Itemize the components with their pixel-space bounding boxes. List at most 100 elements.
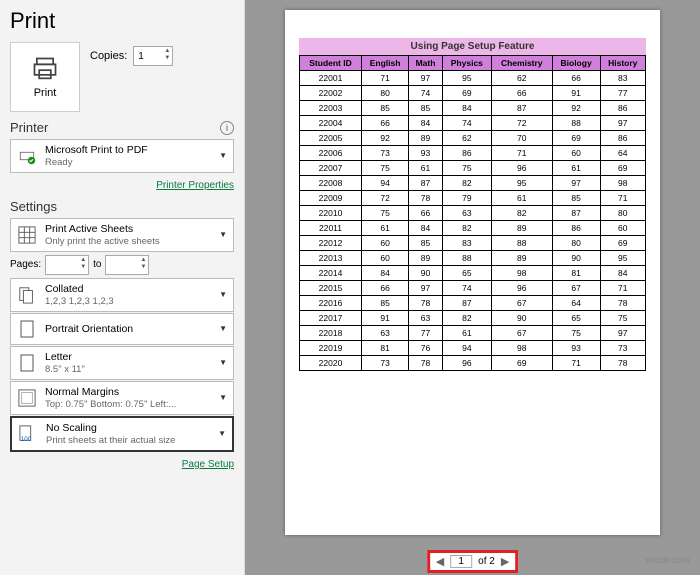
table-cell: 86 [552,221,600,236]
table-cell: 61 [552,161,600,176]
table-cell: 77 [409,326,443,341]
next-page-button[interactable]: ▶ [501,555,509,568]
portrait-icon [17,319,37,339]
table-cell: 22008 [300,176,362,191]
stepper-icon[interactable]: ▲▼ [80,257,86,271]
pages-label: Pages: [10,259,41,270]
table-cell: 96 [491,281,552,296]
copies-input[interactable]: 1 ▲▼ [133,46,173,66]
table-row: 22003858584879286 [300,101,646,116]
table-cell: 71 [491,146,552,161]
current-page-input[interactable] [450,555,472,568]
table-cell: 65 [442,266,491,281]
printer-select[interactable]: Microsoft Print to PDF Ready ▼ [10,139,234,173]
table-cell: 78 [409,296,443,311]
table-cell: 66 [409,206,443,221]
table-cell: 60 [362,251,409,266]
table-cell: 60 [362,236,409,251]
paper-size-select[interactable]: Letter 8.5" x 11" ▼ [10,346,234,380]
table-cell: 73 [362,356,409,371]
chevron-down-icon: ▼ [218,429,226,438]
prev-page-button[interactable]: ◀ [436,555,444,568]
print-button[interactable]: Print [10,42,80,112]
chevron-down-icon: ▼ [219,230,227,239]
table-cell: 70 [491,131,552,146]
to-label: to [93,259,101,270]
page-setup-link[interactable]: Page Setup [182,459,234,470]
orientation-label: Portrait Orientation [45,323,219,336]
paper-desc: 8.5" x 11" [45,364,219,375]
table-cell: 97 [409,71,443,86]
stepper-icon[interactable]: ▲▼ [141,257,147,271]
page-navigator[interactable]: ◀ of 2 ▶ [427,550,519,573]
table-cell: 79 [442,191,491,206]
printer-name: Microsoft Print to PDF [45,144,219,157]
margins-label: Normal Margins [45,386,219,399]
table-cell: 78 [409,191,443,206]
table-cell: 71 [600,191,646,206]
table-header: History [600,56,646,71]
stepper-icon[interactable]: ▲▼ [164,48,170,62]
table-row: 22013608988899095 [300,251,646,266]
table-cell: 22014 [300,266,362,281]
table-cell: 90 [491,311,552,326]
table-cell: 97 [600,116,646,131]
settings-heading: Settings [10,199,57,214]
pages-to-input[interactable]: ▲▼ [105,255,149,275]
preview-table: Student IDEnglishMathPhysicsChemistryBio… [299,55,646,371]
table-cell: 97 [552,176,600,191]
table-cell: 86 [600,101,646,116]
printer-heading: Printer [10,120,48,135]
page-total: of 2 [478,556,495,567]
table-cell: 77 [600,86,646,101]
table-row: 22008948782959798 [300,176,646,191]
table-cell: 84 [409,116,443,131]
table-row: 22011618482898660 [300,221,646,236]
table-cell: 66 [362,116,409,131]
orientation-select[interactable]: Portrait Orientation ▼ [10,313,234,345]
table-cell: 87 [552,206,600,221]
table-cell: 83 [442,236,491,251]
scaling-select[interactable]: 100 No Scaling Print sheets at their act… [10,416,234,452]
table-cell: 98 [491,266,552,281]
table-cell: 72 [491,116,552,131]
margins-select[interactable]: Normal Margins Top: 0.75" Bottom: 0.75" … [10,381,234,415]
table-cell: 73 [362,146,409,161]
chevron-down-icon: ▼ [219,393,227,402]
page-title: Print [10,8,234,34]
active-sheets-desc: Only print the active sheets [45,236,219,247]
printer-status-icon [17,146,37,166]
scaling-label: No Scaling [46,422,218,435]
printer-properties-link[interactable]: Printer Properties [156,180,234,191]
printer-icon [31,55,59,83]
print-button-label: Print [34,87,57,99]
chevron-down-icon: ▼ [219,358,227,367]
table-cell: 85 [552,191,600,206]
table-cell: 22009 [300,191,362,206]
print-what-select[interactable]: Print Active Sheets Only print the activ… [10,218,234,252]
preview-table-title: Using Page Setup Feature [299,38,646,55]
sheets-icon [17,225,37,245]
table-cell: 22015 [300,281,362,296]
table-cell: 69 [600,236,646,251]
table-row: 22019817694989373 [300,341,646,356]
table-cell: 63 [442,206,491,221]
table-cell: 84 [442,101,491,116]
table-cell: 87 [491,101,552,116]
table-cell: 88 [552,116,600,131]
table-cell: 87 [442,296,491,311]
table-cell: 91 [552,86,600,101]
table-cell: 64 [552,296,600,311]
info-icon[interactable]: i [220,121,234,135]
table-cell: 71 [552,356,600,371]
table-cell: 85 [362,296,409,311]
table-cell: 84 [362,266,409,281]
collate-select[interactable]: Collated 1,2,3 1,2,3 1,2,3 ▼ [10,278,234,312]
table-cell: 66 [491,86,552,101]
pages-from-input[interactable]: ▲▼ [45,255,89,275]
table-cell: 64 [600,146,646,161]
table-cell: 72 [362,191,409,206]
table-cell: 78 [409,356,443,371]
chevron-down-icon: ▼ [219,290,227,299]
table-cell: 93 [552,341,600,356]
